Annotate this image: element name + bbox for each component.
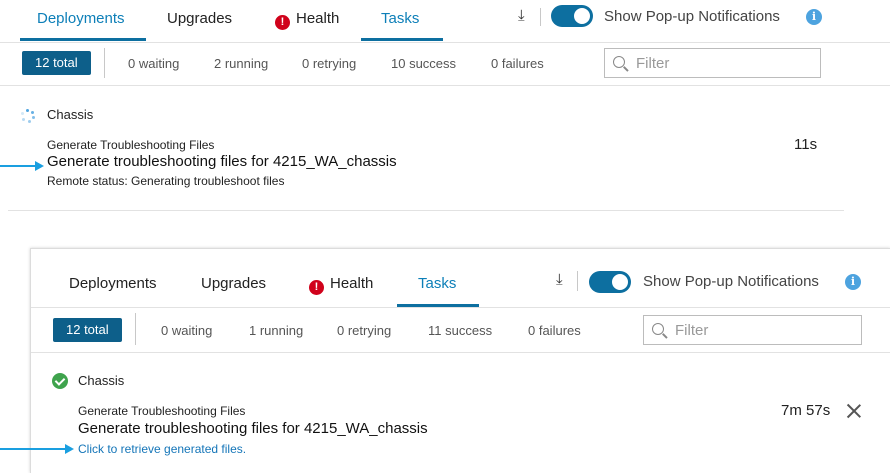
filter-waiting[interactable]: 0 waiting: [161, 323, 212, 338]
tab-tasks[interactable]: Tasks: [381, 10, 419, 27]
tab-upgrades[interactable]: Upgrades: [201, 275, 266, 292]
task-filter-bar: 12 total 0 waiting 2 running 0 retrying …: [0, 42, 890, 86]
task-name: Generate troubleshooting files for 4215_…: [47, 153, 397, 170]
tab-deployments[interactable]: Deployments: [37, 10, 125, 27]
tab-health[interactable]: ! Health: [275, 10, 339, 30]
check-icon: [52, 373, 68, 389]
filter-divider: [104, 48, 105, 78]
task-type: Generate Troubleshooting Files: [78, 404, 246, 418]
filter-bar-top-border: [0, 42, 890, 43]
filter-bar-top-border: [31, 307, 890, 308]
annotation-arrow-top: [0, 161, 44, 171]
toggle-knob: [611, 273, 629, 291]
notifications-toggle[interactable]: [589, 271, 631, 293]
task-duration: 7m 57s: [781, 402, 831, 419]
search-icon: [652, 323, 664, 335]
notifications-label: Show Pop-up Notifications: [604, 8, 780, 25]
filter-bar-bottom-border: [0, 85, 890, 86]
filter-retrying[interactable]: 0 retrying: [302, 56, 356, 71]
tab-tasks[interactable]: Tasks: [418, 275, 456, 292]
toggle-knob: [573, 7, 591, 25]
task-duration: 11s: [794, 136, 818, 153]
health-alert-icon: !: [309, 280, 324, 295]
filter-failures[interactable]: 0 failures: [491, 56, 544, 71]
tab-upgrades[interactable]: Upgrades: [167, 10, 232, 27]
health-alert-icon: !: [275, 15, 290, 30]
filter-placeholder: Filter: [636, 55, 670, 72]
filter-divider: [135, 313, 136, 345]
filter-waiting[interactable]: 0 waiting: [128, 56, 179, 71]
task-row-divider: [8, 210, 844, 211]
task-remote-status: Remote status: Generating troubleshoot f…: [47, 174, 285, 188]
download-icon[interactable]: ⤓: [556, 271, 563, 288]
filter-input[interactable]: Filter: [604, 48, 821, 78]
filter-bar-bottom-border: [31, 352, 890, 353]
toolbar-divider: [577, 271, 578, 291]
filter-failures[interactable]: 0 failures: [528, 323, 581, 338]
annotation-arrow-bottom: [0, 444, 74, 454]
tab-deployments-underline: [20, 38, 146, 41]
task-group-title: Chassis: [78, 373, 125, 388]
filter-running[interactable]: 1 running: [249, 323, 303, 338]
notifications-label: Show Pop-up Notifications: [643, 273, 819, 290]
filter-running[interactable]: 2 running: [214, 56, 268, 71]
tab-deployments[interactable]: Deployments: [69, 275, 157, 292]
close-icon[interactable]: [846, 403, 862, 419]
task-filter-bar: 12 total 0 waiting 1 running 0 retrying …: [31, 307, 890, 353]
tab-tasks-underline: [361, 38, 443, 41]
notifications-toggle[interactable]: [551, 5, 593, 27]
tab-health-label: Health: [330, 275, 374, 292]
search-icon: [613, 56, 625, 68]
tab-health-label: Health: [296, 10, 340, 27]
task-panel-completed: Deployments Upgrades ! Health Tasks ⤓ Sho…: [30, 248, 890, 473]
task-panel-running: Deployments Upgrades ! Health Tasks ⤓ Sho…: [0, 0, 890, 235]
filter-input[interactable]: Filter: [643, 315, 862, 345]
filter-total[interactable]: 12 total: [53, 318, 122, 342]
spinner-icon: [21, 109, 35, 123]
download-icon[interactable]: ⤓: [518, 7, 525, 24]
filter-success[interactable]: 11 success: [428, 323, 492, 338]
filter-retrying[interactable]: 0 retrying: [337, 323, 391, 338]
info-icon[interactable]: i: [806, 9, 822, 25]
task-group-title: Chassis: [47, 107, 94, 122]
filter-success[interactable]: 10 success: [391, 56, 456, 71]
toolbar-divider: [540, 8, 541, 26]
filter-placeholder: Filter: [675, 322, 709, 339]
task-name: Generate troubleshooting files for 4215_…: [78, 420, 428, 437]
info-icon[interactable]: i: [845, 274, 861, 290]
task-type: Generate Troubleshooting Files: [47, 138, 215, 152]
filter-total[interactable]: 12 total: [22, 51, 91, 75]
tab-health[interactable]: ! Health: [309, 275, 373, 295]
retrieve-files-link[interactable]: Click to retrieve generated files.: [78, 442, 246, 456]
